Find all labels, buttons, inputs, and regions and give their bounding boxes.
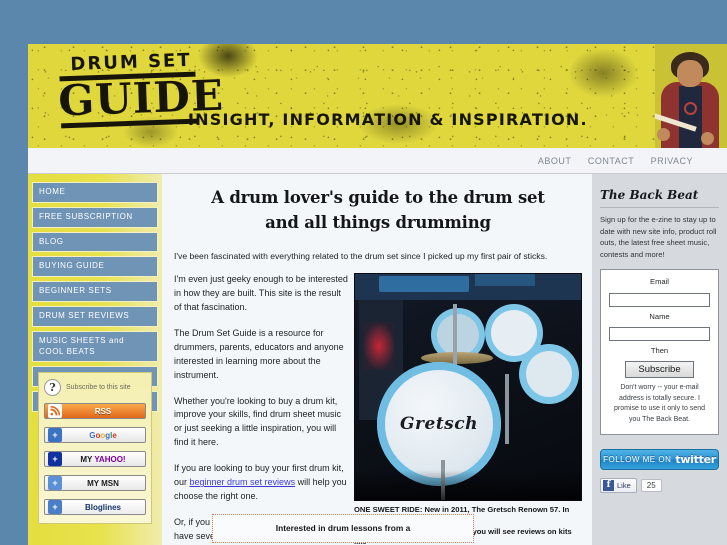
back-beat-title: The Back Beat [600, 188, 699, 202]
back-beat-description: Sign up for the e-zine to stay up to dat… [600, 215, 717, 259]
subscribe-button[interactable]: Subscribe [625, 361, 694, 379]
google-subscribe-button[interactable]: + Google [44, 427, 146, 443]
logo-line-2: GUIDE [57, 70, 225, 126]
rss-icon [48, 404, 62, 418]
main-content: A drum lover's guide to the drum set and… [162, 174, 592, 545]
top-navigation: ABOUT CONTACT PRIVACY [28, 148, 727, 174]
sidebar-item-beginner-sets[interactable]: BEGINNER SETS [32, 281, 158, 302]
body-paragraph-3: Whether you're looking to buy a drum kit… [174, 395, 342, 448]
yahoo-subscribe-button[interactable]: + MY YAHOO! [44, 451, 146, 467]
intro-paragraph: I've been fascinated with everything rel… [174, 250, 548, 261]
yahoo-button-label: MY YAHOO! [80, 454, 126, 464]
right-sidebar: The Back Beat Sign up for the e-zine to … [592, 174, 727, 545]
left-sidebar: HOME FREE SUBSCRIPTION BLOG BUYING GUIDE… [28, 174, 162, 545]
question-mark-icon[interactable]: ? [44, 379, 61, 396]
drum-lessons-promo-text: Interested in drum lessons from a [275, 523, 411, 533]
body-paragraph-1: I'm even just geeky enough to be interes… [174, 273, 348, 312]
facebook-like-count: 25 [640, 479, 662, 493]
rss-button-label: RSS [94, 406, 112, 416]
plus-icon: + [48, 500, 62, 514]
banner-splatter [568, 48, 638, 98]
subscribe-widget-heading: Subscribe to this site [66, 383, 131, 391]
bloglines-subscribe-button[interactable]: + Bloglines [44, 499, 146, 515]
page-root: DRUM SET GUIDE INSIGHT, INFORMATION & IN… [0, 0, 727, 545]
drum-brand-logo: Gretsch [400, 413, 478, 434]
topnav-item-privacy[interactable]: PRIVACY [645, 148, 699, 166]
beginner-drum-set-reviews-link[interactable]: beginner drum set reviews [190, 477, 296, 487]
privacy-note: Don't worry -- your e-mail address is to… [613, 384, 706, 423]
then-label: Then [650, 346, 669, 356]
msn-button-label: MY MSN [87, 478, 119, 488]
subscribe-widget-header: ? Subscribe to this site [44, 379, 146, 396]
plus-icon: + [48, 476, 62, 490]
name-label: Name [649, 311, 670, 321]
site-tagline: INSIGHT, INFORMATION & INSPIRATION. [188, 110, 588, 129]
email-label: Email [650, 277, 669, 287]
sidebar-item-buying-guide[interactable]: BUYING GUIDE [32, 256, 158, 278]
subscribe-widget: ? Subscribe to this site RSS + Google + … [38, 372, 152, 524]
facebook-icon: f [603, 480, 614, 492]
page-title-line-2: and all things drumming [265, 212, 491, 232]
facebook-like-label: Like [617, 481, 631, 491]
sidebar-item-free-subscription[interactable]: FREE SUBSCRIPTION [32, 206, 158, 228]
photo-column: Gretsch ONE SWEET RIDE: New in 2011, The… [354, 272, 582, 545]
google-button-label: Google [89, 430, 117, 440]
page-body: HOME FREE SUBSCRIPTION BLOG BUYING GUIDE… [28, 174, 727, 545]
body-paragraph-4: If you are looking to buy your first dru… [174, 462, 350, 504]
logo-line-1: DRUM SET [70, 49, 192, 75]
plus-icon: + [48, 428, 62, 442]
plus-icon: + [48, 452, 62, 466]
topnav-item-contact[interactable]: CONTACT [582, 148, 640, 166]
site-logo[interactable]: DRUM SET GUIDE [57, 49, 225, 129]
facebook-like-row: f Like 25 [600, 478, 719, 494]
sidebar-item-drum-set-reviews[interactable]: DRUM SET REVIEWS [32, 305, 158, 327]
gretsch-drum-kit-photo: Gretsch [354, 272, 582, 501]
drummer-photo [655, 44, 727, 148]
page-title-line-1: A drum lover's guide to the drum set [211, 188, 545, 207]
bloglines-button-label: Bloglines [84, 502, 121, 512]
rss-subscribe-button[interactable]: RSS [44, 403, 146, 419]
sidebar-item-home[interactable]: HOME [32, 182, 158, 203]
divider [600, 207, 719, 208]
text-column: I'm even just geeky enough to be interes… [174, 273, 350, 545]
body-paragraph-2: The Drum Set Guide is a resource for dru… [174, 327, 344, 380]
drum-lessons-promo-box: Interested in drum lessons from a [212, 514, 474, 543]
facebook-like-button[interactable]: f Like [600, 478, 637, 494]
twitter-wordmark: twitter [675, 453, 716, 467]
sidebar-item-music-sheets-and-cool-beats[interactable]: MUSIC SHEETS and COOL BEATS [32, 330, 158, 363]
name-field[interactable] [609, 327, 710, 342]
page-title: A drum lover's guide to the drum set and… [174, 186, 582, 236]
twitter-button-label: FOLLOW ME ON [603, 455, 672, 465]
topnav-item-about[interactable]: ABOUT [532, 148, 578, 166]
msn-subscribe-button[interactable]: + MY MSN [44, 475, 146, 491]
sidebar-item-blog[interactable]: BLOG [32, 231, 158, 253]
follow-me-on-twitter-button[interactable]: FOLLOW ME ON twitter [600, 449, 719, 471]
site-banner: DRUM SET GUIDE INSIGHT, INFORMATION & IN… [28, 44, 727, 148]
newsletter-signup-form: Email Name Then Subscribe Don't worry --… [600, 269, 719, 436]
email-field[interactable] [609, 292, 710, 307]
